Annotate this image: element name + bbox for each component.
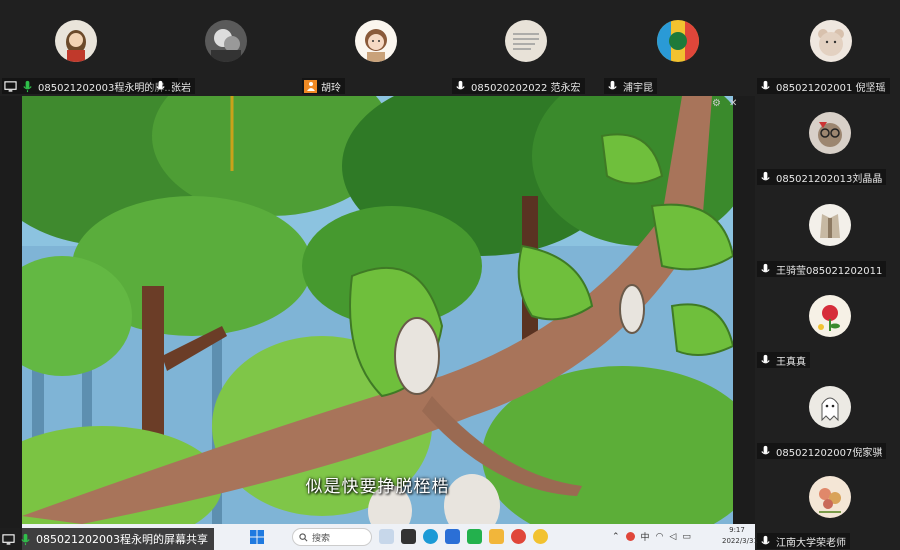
participant-tile[interactable]: 085021202013刘晶晶 [755,96,900,186]
meeting-window: 085021202003程永明的屏... 张岩 胡玲 085020202022 … [0,0,900,550]
chat-app-icon[interactable] [467,529,482,544]
screen-share-icon [2,533,15,545]
participant-label: 085021202007倪家骐 [757,443,887,459]
participant-label: 085021202001 倪坚瑶 [757,78,890,94]
avatar [809,112,851,154]
avatar [809,476,851,518]
mic-muted-icon [761,445,770,454]
owner-name: 085021202003程永明的屏幕共享 [36,533,208,546]
windows-start-icon[interactable] [250,530,264,544]
search-icon [299,532,308,541]
participant-tile[interactable]: 王真真 [755,279,900,369]
mic-muted-icon [761,171,770,180]
avatar [809,386,851,428]
avatar [205,20,247,62]
battery-icon[interactable]: ▭ [682,532,691,542]
chrome-browser-icon[interactable] [533,529,548,544]
participant-name: 王真真 [776,356,806,368]
participant-name: 085021202013刘晶晶 [776,173,883,185]
media-player-icon[interactable] [511,529,526,544]
participant-name: 浦宇昆 [623,82,653,94]
participant-tile[interactable]: 浦宇昆 [602,0,752,96]
clock-date: 2022/3/31 [722,537,758,545]
participant-label: 胡玲 [302,78,345,94]
mic-muted-icon [156,80,165,89]
participant-tile[interactable]: 王骑莹085021202011 [755,188,900,278]
tray-app-icon[interactable] [625,532,635,541]
participant-label: 085020202022 范永宏 [452,78,585,94]
chevron-up-icon[interactable]: ⌃ [612,532,620,542]
mic-muted-icon [761,80,770,89]
avatar [809,204,851,246]
participant-name: 江南大学荣老师 [776,537,846,549]
search-placeholder: 搜索 [312,533,331,544]
participant-tile[interactable]: 胡玲 [300,0,450,96]
participant-label: 浦宇昆 [604,78,657,94]
avatar [809,295,851,337]
participant-label: 王真真 [757,352,810,368]
file-explorer-icon[interactable] [489,529,504,544]
participant-label: 王骑莹085021202011 [757,261,887,277]
participant-tile[interactable]: 085020202022 范永宏 [450,0,600,96]
avatar [505,20,547,62]
mic-on-icon [23,80,32,92]
clock-time: 9:17 [729,526,745,534]
folder-app-icon[interactable] [379,529,394,544]
avatar [810,20,852,62]
participant-tile[interactable]: 江南大学荣老师 [755,460,900,550]
screen-share-icon [4,80,17,92]
avatar [355,20,397,62]
participant-name: 胡玲 [321,82,341,94]
participant-tile[interactable]: 085021202001 倪坚瑶 [755,0,900,96]
settings-icon[interactable]: ⚙ [712,98,721,109]
mic-on-icon [21,533,30,545]
participant-label: 江南大学荣老师 [757,533,850,549]
participant-name: 张岩 [171,82,191,94]
taskbar-clock[interactable]: 9:17 2022/3/31 [722,525,758,547]
mic-muted-icon [456,80,465,89]
mic-muted-icon [608,80,617,89]
avatar [657,20,699,62]
share-window-controls: ⚙ ✕ [712,98,737,109]
mic-muted-icon [761,354,770,363]
participant-name: 085020202022 范永宏 [471,82,581,94]
taskbar-apps [379,529,548,544]
participant-tile[interactable]: 张岩 [150,0,300,96]
mail-app-icon[interactable] [445,529,460,544]
participant-label: 085021202013刘晶晶 [757,169,887,185]
ime-indicator[interactable]: 中 [641,530,650,543]
wifi-icon[interactable]: ◠ [656,532,664,542]
tablet-app-icon[interactable] [401,529,416,544]
avatar [55,20,97,62]
volume-icon[interactable]: ◁ [669,532,676,542]
close-icon[interactable]: ✕ [729,98,737,109]
top-participant-strip: 085021202003程永明的屏... 张岩 胡玲 085020202022 … [0,0,900,96]
right-participant-column: 085021202013刘晶晶 王骑莹085021202011 王真真 0850… [755,96,900,550]
mic-muted-icon [761,263,770,272]
edge-browser-icon[interactable] [423,529,438,544]
participant-label: 张岩 [152,78,195,94]
participant-tile[interactable]: 085021202007倪家骐 [755,370,900,460]
participant-name: 085021202007倪家骐 [776,447,883,459]
participant-name: 王骑莹085021202011 [776,265,883,277]
screen-share-owner-label: 085021202003程永明的屏幕共享 [0,528,214,550]
mic-muted-icon [761,535,770,544]
participant-tile[interactable]: 085021202003程永明的屏... [0,0,178,96]
forest-scene-image [22,96,733,524]
participant-name: 085021202001 倪坚瑶 [776,82,886,94]
taskbar-search[interactable]: 搜索 [292,528,372,546]
system-tray: ⌃ 中 ◠ ◁ ▭ [612,530,691,544]
video-subtitle: 似是快要挣脱桎梏 [305,477,450,497]
screen-share-view[interactable]: 似是快要挣脱桎梏 [22,96,733,524]
person-icon [304,79,317,93]
